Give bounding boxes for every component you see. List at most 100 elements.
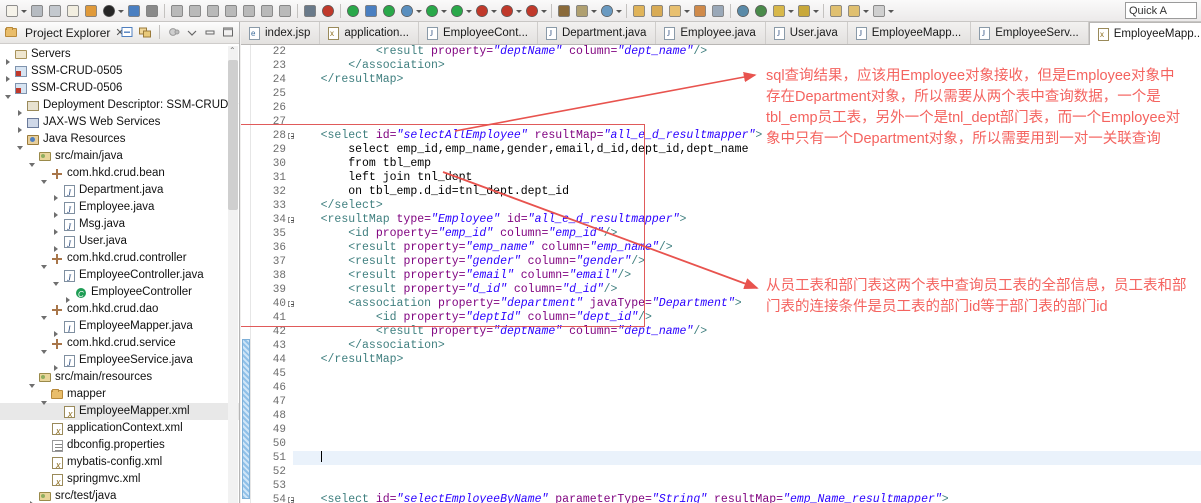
- open-perspective-icon[interactable]: [363, 3, 379, 19]
- next-annotation-icon[interactable]: [771, 3, 787, 19]
- tree-item-ssm-crud-0505[interactable]: SSM-CRUD-0505: [0, 63, 239, 82]
- open-type-icon[interactable]: [631, 3, 647, 19]
- tree-item-src-main-java[interactable]: src/main/java: [0, 148, 239, 167]
- link-icon[interactable]: [710, 3, 726, 19]
- step-over-icon[interactable]: [259, 3, 275, 19]
- up-icon[interactable]: [871, 3, 887, 19]
- tab-employeemapper-xml[interactable]: xEmployeeMapp...✕: [1088, 22, 1201, 45]
- person-icon[interactable]: [753, 3, 769, 19]
- pencil-dropdown-arrow[interactable]: [683, 3, 691, 19]
- tree-item-ssm-crud-0506[interactable]: SSM-CRUD-0506: [0, 80, 239, 99]
- forward-icon[interactable]: [846, 3, 862, 19]
- minimize-icon[interactable]: [203, 25, 217, 39]
- tree-item-deployment-descriptor[interactable]: Deployment Descriptor: SSM-CRUD-05: [0, 97, 239, 116]
- tree-item-employee-java[interactable]: Employee.java: [0, 199, 239, 219]
- world-icon[interactable]: [735, 3, 751, 19]
- disconnect-icon[interactable]: [223, 3, 239, 19]
- tab-employeecontroller-java[interactable]: J EmployeeCont...: [419, 22, 538, 44]
- next-annotation-dropdown-arrow[interactable]: [787, 3, 795, 19]
- tab-applicationcontext-xml[interactable]: x application...: [320, 22, 419, 44]
- suspend-icon[interactable]: [187, 3, 203, 19]
- save-all-icon[interactable]: [47, 3, 63, 19]
- debug-dropdown-arrow[interactable]: [117, 3, 125, 19]
- save-icon[interactable]: [29, 3, 45, 19]
- tab-department-java[interactable]: J Department.java: [538, 22, 657, 44]
- globe-icon[interactable]: [599, 3, 615, 19]
- tab-user-java[interactable]: J User.java: [766, 22, 848, 44]
- tree-item-employeemapper-java[interactable]: EmployeeMapper.java: [0, 318, 239, 338]
- new-window-icon[interactable]: [574, 3, 590, 19]
- resume-icon[interactable]: [169, 3, 185, 19]
- tree-item-springmvc-xml[interactable]: springmvc.xml: [0, 471, 239, 491]
- tree-item-dbconfig-properties[interactable]: dbconfig.properties: [0, 437, 239, 454]
- tree-item-msg-java[interactable]: Msg.java: [0, 216, 239, 236]
- debug-as-dropdown-arrow[interactable]: [415, 3, 423, 19]
- external-tools-icon[interactable]: [449, 3, 465, 19]
- project-tree[interactable]: Servers SSM-CRUD-0505 SSM-CRUD-0506 Deploym…: [0, 44, 239, 503]
- run-as-icon[interactable]: [345, 3, 361, 19]
- undo-history-icon[interactable]: [83, 3, 99, 19]
- validate-icon[interactable]: [320, 3, 336, 19]
- tree-item-mapper-folder[interactable]: mapper: [0, 386, 239, 405]
- tree-item-package-dao[interactable]: com.hkd.crud.dao: [0, 301, 239, 320]
- step-into-icon[interactable]: [241, 3, 257, 19]
- forward-dropdown-arrow[interactable]: [862, 3, 870, 19]
- project-explorer-scrollbar[interactable]: ⌃: [228, 46, 238, 503]
- tree-item-mybatis-config-xml[interactable]: mybatis-config.xml: [0, 454, 239, 474]
- tree-item-src-test-java[interactable]: src/test/java: [0, 488, 239, 503]
- maximize-icon[interactable]: [221, 25, 235, 39]
- view-menu-icon[interactable]: [167, 25, 181, 39]
- run-dropdown-arrow[interactable]: [440, 3, 448, 19]
- profile-icon[interactable]: [524, 3, 540, 19]
- tree-item-src-main-resources[interactable]: src/main/resources: [0, 369, 239, 388]
- coverage-icon[interactable]: [474, 3, 490, 19]
- tab-employeeservice-java[interactable]: J EmployeeServ...: [971, 22, 1089, 44]
- tree-item-employeemapper-xml[interactable]: EmployeeMapper.xml: [0, 403, 239, 423]
- collapse-all-icon[interactable]: [120, 25, 134, 39]
- print-icon[interactable]: [65, 3, 81, 19]
- tree-item-jaxws-web-services[interactable]: JAX-WS Web Services: [0, 114, 239, 133]
- tree-item-package-bean[interactable]: com.hkd.crud.bean: [0, 165, 239, 184]
- tab-index-jsp[interactable]: e index.jsp: [241, 22, 321, 44]
- tree-item-java-resources[interactable]: Java Resources: [0, 131, 239, 150]
- profile-dropdown-arrow[interactable]: [540, 3, 548, 19]
- pencil-icon[interactable]: [667, 3, 683, 19]
- chevron-down-icon[interactable]: [185, 25, 199, 39]
- new-wizard-dropdown-arrow[interactable]: [20, 3, 28, 19]
- terminate-all-dropdown-arrow[interactable]: [515, 3, 523, 19]
- terminate-icon[interactable]: [205, 3, 221, 19]
- coverage-dropdown-arrow[interactable]: [490, 3, 498, 19]
- step-return-icon[interactable]: [277, 3, 293, 19]
- tree-item-employeeservice-java[interactable]: EmployeeService.java: [0, 352, 239, 372]
- tab-employee-java[interactable]: J Employee.java: [656, 22, 766, 44]
- tree-item-servers[interactable]: Servers: [0, 46, 239, 65]
- prev-annotation-dropdown-arrow[interactable]: [812, 3, 820, 19]
- stop-pointer-icon[interactable]: [144, 3, 160, 19]
- tree-item-user-java[interactable]: User.java: [0, 233, 239, 253]
- tree-item-department-java[interactable]: Department.java: [0, 182, 239, 202]
- tab-employeemapper-java[interactable]: J EmployeeMapp...: [848, 22, 972, 44]
- tree-item-employeecontroller-class[interactable]: EmployeeController: [0, 284, 239, 303]
- tree-item-package-controller[interactable]: com.hkd.crud.controller: [0, 250, 239, 269]
- tree-item-employeecontroller-java[interactable]: EmployeeController.java: [0, 267, 239, 287]
- quick-access-field[interactable]: Quick A: [1125, 2, 1197, 19]
- open-resource-icon[interactable]: [649, 3, 665, 19]
- debug-icon[interactable]: [101, 3, 117, 19]
- run-icon[interactable]: [424, 3, 440, 19]
- link-with-editor-icon[interactable]: [138, 25, 152, 39]
- prev-annotation-icon[interactable]: [796, 3, 812, 19]
- run-server-icon[interactable]: [126, 3, 142, 19]
- new-window-dropdown-arrow[interactable]: [590, 3, 598, 19]
- scroll-up-arrow[interactable]: ⌃: [229, 46, 237, 55]
- external-tools-dropdown-arrow[interactable]: [465, 3, 473, 19]
- back-icon[interactable]: [828, 3, 844, 19]
- tree-item-applicationcontext-xml[interactable]: applicationContext.xml: [0, 420, 239, 440]
- up-dropdown-arrow[interactable]: [887, 3, 895, 19]
- terminate-all-icon[interactable]: [499, 3, 515, 19]
- scrollbar-thumb[interactable]: [228, 60, 238, 210]
- tree-item-package-service[interactable]: com.hkd.crud.service: [0, 335, 239, 354]
- search-icon[interactable]: [556, 3, 572, 19]
- refresh-icon[interactable]: [381, 3, 397, 19]
- outline-icon[interactable]: [302, 3, 318, 19]
- debug-as-icon[interactable]: [399, 3, 415, 19]
